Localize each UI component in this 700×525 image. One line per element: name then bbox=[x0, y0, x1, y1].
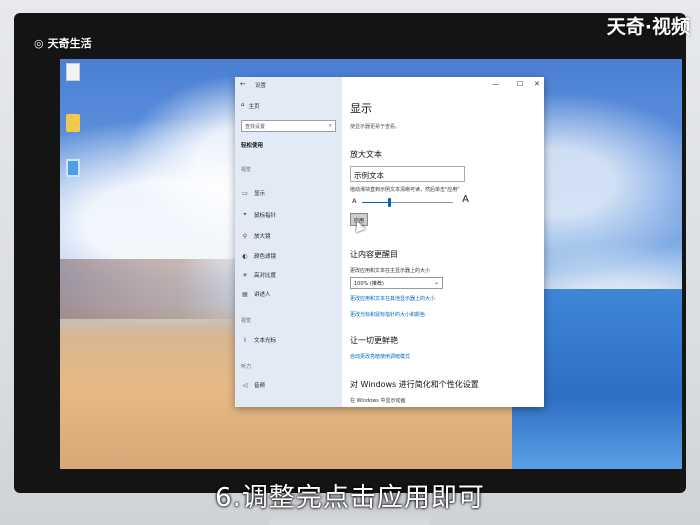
settings-window: ← 设置 ⌂ 主页 查找设置 ⌕ 轻松使用 视觉 ▭ 显示 ⌖ 鼠标指针 ⚲ 放… bbox=[235, 77, 544, 407]
scale-label: 更改应用和文本在主显示器上的大小 bbox=[350, 268, 431, 274]
maximize-button[interactable]: ☐ bbox=[517, 80, 523, 88]
brand-watermark-left: ◎ 天奇生活 bbox=[34, 35, 92, 51]
slider-track[interactable] bbox=[362, 198, 453, 207]
nav-item-display[interactable]: ▭ 显示 bbox=[241, 189, 266, 198]
slider-thumb[interactable] bbox=[388, 198, 392, 207]
nav-item-magnifier[interactable]: ⚲ 放大镜 bbox=[241, 232, 271, 241]
nav-item-label: 放大镜 bbox=[254, 234, 271, 240]
other-display-size-link[interactable]: 更改应用和文本在其他显示器上的大小 bbox=[350, 295, 435, 302]
scale-dropdown[interactable]: 100% (推荐) ⌄ bbox=[350, 277, 443, 289]
window-title: 设置 bbox=[255, 83, 267, 89]
page-title: 显示 bbox=[350, 102, 372, 115]
nav-item-label: 鼠标指针 bbox=[254, 213, 277, 219]
text-cursor-icon: I bbox=[244, 336, 246, 344]
nav-section-hearing: 听力 bbox=[241, 364, 252, 370]
nav-item-narrator[interactable]: ▤ 讲述人 bbox=[241, 290, 271, 299]
chevron-down-icon: ⌄ bbox=[433, 279, 439, 286]
close-button[interactable]: ✕ bbox=[534, 80, 540, 88]
magnifier-icon: ⚲ bbox=[242, 232, 248, 240]
nav-item-text-cursor[interactable]: I 文本光标 bbox=[241, 336, 277, 345]
page-subtitle: 使显示器更易于查看。 bbox=[350, 124, 401, 130]
sample-text-box: 示例文本 bbox=[350, 166, 465, 182]
nav-item-label: 文本光标 bbox=[254, 338, 277, 344]
nav-current-category: 轻松使用 bbox=[241, 143, 264, 149]
settings-sidebar: ← 设置 ⌂ 主页 查找设置 ⌕ 轻松使用 视觉 ▭ 显示 ⌖ 鼠标指针 ⚲ 放… bbox=[235, 77, 342, 407]
nav-section-vision: 视觉 bbox=[241, 167, 252, 173]
nav-item-label: 显示 bbox=[254, 191, 266, 197]
desktop-file-icon[interactable] bbox=[66, 63, 80, 81]
personalize-heading: 对 Windows 进行简化和个性化设置 bbox=[350, 380, 479, 389]
desktop-folder-icon[interactable] bbox=[66, 114, 80, 132]
wallpaper-shadow bbox=[60, 259, 260, 319]
slider-fill bbox=[362, 202, 390, 203]
color-filter-icon: ◐ bbox=[242, 252, 248, 260]
cursor-size-link[interactable]: 更改光标和鼠标指针的大小和颜色 bbox=[350, 311, 425, 318]
brand-watermark-left-text: 天奇生活 bbox=[47, 37, 92, 50]
mouse-pointer-icon: ⌖ bbox=[243, 211, 247, 218]
nav-section-view: 视觉 bbox=[241, 318, 252, 324]
brand-watermark-right: 天奇·视频 bbox=[606, 16, 690, 38]
contrast-icon: ☀ bbox=[242, 271, 248, 279]
nav-item-label: 高对比度 bbox=[254, 273, 277, 279]
slider-min-label: A bbox=[352, 197, 357, 205]
nav-item-label: 音频 bbox=[254, 383, 266, 389]
home-icon: ⌂ bbox=[241, 102, 245, 108]
slider-max-label: A bbox=[462, 194, 469, 205]
nav-item-color-filters[interactable]: ◐ 颜色滤镜 bbox=[241, 252, 277, 261]
animation-setting-label: 在 Windows 中显示动画 bbox=[350, 398, 406, 404]
back-arrow-icon[interactable]: ← bbox=[240, 80, 246, 88]
enlarge-text-heading: 放大文本 bbox=[350, 150, 382, 159]
nav-home-label: 主页 bbox=[248, 104, 260, 110]
bigger-content-heading: 让内容更醒目 bbox=[350, 250, 398, 259]
text-size-slider[interactable]: A A bbox=[350, 194, 469, 207]
nav-item-audio[interactable]: ◁ 音频 bbox=[241, 381, 266, 390]
nav-item-high-contrast[interactable]: ☀ 高对比度 bbox=[241, 271, 277, 280]
narrator-icon: ▤ bbox=[242, 290, 248, 298]
simplify-heading: 让一切更鲜艳 bbox=[350, 336, 398, 345]
nav-item-label: 讲述人 bbox=[254, 292, 271, 298]
monitor-icon: ▭ bbox=[242, 189, 248, 197]
brand-logo-icon: ◎ bbox=[34, 36, 44, 50]
nav-item-label: 颜色滤镜 bbox=[254, 254, 277, 260]
video-caption: 6.调整完点击应用即可 bbox=[215, 483, 485, 513]
dark-mode-link[interactable]: 自动更改亮暗使用调暗模式 bbox=[350, 353, 410, 360]
speaker-icon: ◁ bbox=[242, 381, 248, 389]
scale-value: 100% (推荐) bbox=[354, 281, 384, 287]
slider-hint: 拖动滑块直到示例文本清晰可读，然后单击"应用" bbox=[350, 187, 460, 193]
settings-content: — ☐ ✕ 显示 使显示器更易于查看。 放大文本 示例文本 拖动滑块直到示例文本… bbox=[342, 77, 544, 407]
desktop-computer-icon[interactable] bbox=[66, 159, 80, 177]
nav-home[interactable]: ⌂ 主页 bbox=[241, 102, 260, 110]
minimize-button[interactable]: — bbox=[492, 80, 499, 88]
nav-item-mouse-pointer[interactable]: ⌖ 鼠标指针 bbox=[241, 211, 276, 219]
search-input[interactable]: 查找设置 ⌕ bbox=[241, 120, 336, 132]
search-placeholder: 查找设置 bbox=[245, 124, 266, 130]
search-icon: ⌕ bbox=[328, 122, 332, 129]
